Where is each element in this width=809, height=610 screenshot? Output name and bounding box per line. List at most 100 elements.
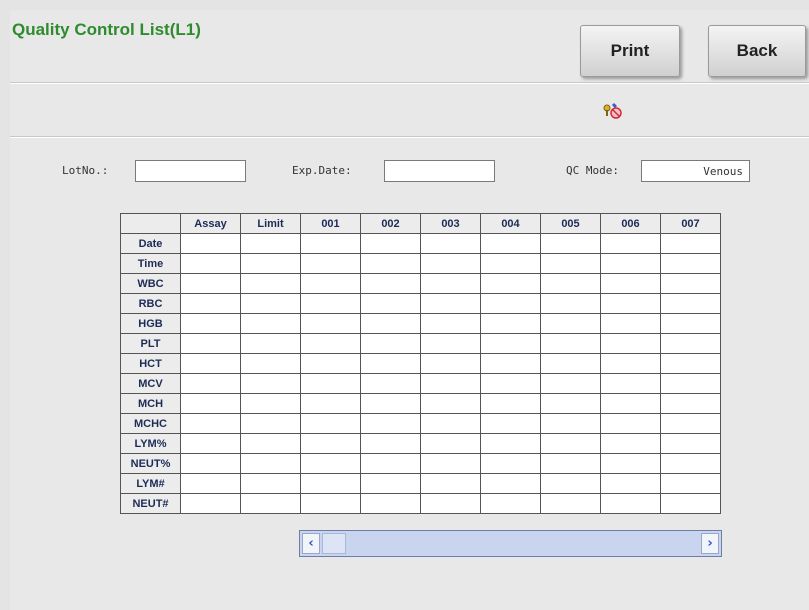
table-cell[interactable] bbox=[300, 233, 361, 254]
table-cell[interactable] bbox=[240, 253, 301, 274]
table-cell[interactable] bbox=[360, 233, 421, 254]
table-cell[interactable] bbox=[300, 313, 361, 334]
table-cell[interactable] bbox=[420, 353, 481, 374]
table-cell[interactable] bbox=[300, 293, 361, 314]
table-cell[interactable] bbox=[180, 413, 241, 434]
table-cell[interactable] bbox=[240, 493, 301, 514]
table-cell[interactable] bbox=[360, 413, 421, 434]
table-cell[interactable] bbox=[600, 433, 661, 454]
table-cell[interactable] bbox=[480, 413, 541, 434]
table-cell[interactable] bbox=[540, 433, 601, 454]
table-cell[interactable] bbox=[660, 433, 721, 454]
table-cell[interactable] bbox=[360, 333, 421, 354]
table-cell[interactable] bbox=[180, 433, 241, 454]
table-cell[interactable] bbox=[420, 493, 481, 514]
table-cell[interactable] bbox=[180, 233, 241, 254]
scroll-right-icon[interactable]: › bbox=[701, 533, 719, 554]
lot-number-field[interactable] bbox=[135, 160, 246, 182]
table-cell[interactable] bbox=[180, 313, 241, 334]
table-cell[interactable] bbox=[540, 393, 601, 414]
table-cell[interactable] bbox=[600, 333, 661, 354]
table-cell[interactable] bbox=[540, 373, 601, 394]
table-cell[interactable] bbox=[540, 453, 601, 474]
table-cell[interactable] bbox=[540, 293, 601, 314]
table-cell[interactable] bbox=[240, 473, 301, 494]
table-cell[interactable] bbox=[600, 393, 661, 414]
table-cell[interactable] bbox=[600, 293, 661, 314]
table-cell[interactable] bbox=[180, 353, 241, 374]
table-cell[interactable] bbox=[660, 313, 721, 334]
table-cell[interactable] bbox=[480, 273, 541, 294]
table-cell[interactable] bbox=[360, 393, 421, 414]
table-cell[interactable] bbox=[420, 413, 481, 434]
table-cell[interactable] bbox=[180, 373, 241, 394]
table-cell[interactable] bbox=[480, 333, 541, 354]
table-cell[interactable] bbox=[240, 453, 301, 474]
table-cell[interactable] bbox=[420, 333, 481, 354]
table-cell[interactable] bbox=[420, 313, 481, 334]
scrollbar-thumb[interactable] bbox=[322, 533, 346, 554]
table-cell[interactable] bbox=[600, 373, 661, 394]
table-cell[interactable] bbox=[480, 313, 541, 334]
table-cell[interactable] bbox=[480, 453, 541, 474]
table-cell[interactable] bbox=[420, 253, 481, 274]
table-cell[interactable] bbox=[480, 233, 541, 254]
table-cell[interactable] bbox=[300, 433, 361, 454]
table-cell[interactable] bbox=[300, 473, 361, 494]
exp-date-field[interactable] bbox=[384, 160, 495, 182]
table-cell[interactable] bbox=[480, 373, 541, 394]
table-cell[interactable] bbox=[240, 413, 301, 434]
table-cell[interactable] bbox=[600, 473, 661, 494]
table-cell[interactable] bbox=[660, 353, 721, 374]
table-cell[interactable] bbox=[300, 393, 361, 414]
table-cell[interactable] bbox=[660, 253, 721, 274]
table-cell[interactable] bbox=[480, 473, 541, 494]
table-cell[interactable] bbox=[240, 433, 301, 454]
print-button[interactable]: Print bbox=[580, 25, 680, 77]
table-cell[interactable] bbox=[660, 233, 721, 254]
table-cell[interactable] bbox=[180, 253, 241, 274]
table-cell[interactable] bbox=[600, 413, 661, 434]
table-cell[interactable] bbox=[360, 453, 421, 474]
table-cell[interactable] bbox=[660, 373, 721, 394]
table-cell[interactable] bbox=[240, 313, 301, 334]
table-cell[interactable] bbox=[540, 473, 601, 494]
table-cell[interactable] bbox=[600, 233, 661, 254]
back-button[interactable]: Back bbox=[708, 25, 806, 77]
table-cell[interactable] bbox=[180, 493, 241, 514]
table-cell[interactable] bbox=[240, 273, 301, 294]
table-cell[interactable] bbox=[540, 413, 601, 434]
table-cell[interactable] bbox=[240, 393, 301, 414]
table-cell[interactable] bbox=[420, 273, 481, 294]
table-cell[interactable] bbox=[360, 253, 421, 274]
table-cell[interactable] bbox=[540, 273, 601, 294]
table-cell[interactable] bbox=[600, 453, 661, 474]
table-cell[interactable] bbox=[540, 253, 601, 274]
table-cell[interactable] bbox=[240, 233, 301, 254]
table-cell[interactable] bbox=[600, 353, 661, 374]
table-cell[interactable] bbox=[180, 273, 241, 294]
table-cell[interactable] bbox=[540, 233, 601, 254]
table-cell[interactable] bbox=[300, 273, 361, 294]
table-cell[interactable] bbox=[360, 433, 421, 454]
table-cell[interactable] bbox=[540, 353, 601, 374]
table-cell[interactable] bbox=[660, 413, 721, 434]
table-cell[interactable] bbox=[360, 273, 421, 294]
scroll-left-icon[interactable]: ‹ bbox=[302, 533, 320, 554]
table-cell[interactable] bbox=[240, 373, 301, 394]
table-cell[interactable] bbox=[240, 353, 301, 374]
table-cell[interactable] bbox=[540, 313, 601, 334]
table-cell[interactable] bbox=[480, 493, 541, 514]
table-cell[interactable] bbox=[600, 493, 661, 514]
table-cell[interactable] bbox=[600, 313, 661, 334]
table-cell[interactable] bbox=[360, 473, 421, 494]
horizontal-scrollbar[interactable]: ‹ › bbox=[299, 530, 722, 557]
table-cell[interactable] bbox=[480, 393, 541, 414]
table-cell[interactable] bbox=[480, 433, 541, 454]
table-cell[interactable] bbox=[600, 273, 661, 294]
table-cell[interactable] bbox=[180, 293, 241, 314]
settings-wrench-icon[interactable] bbox=[598, 101, 628, 121]
table-cell[interactable] bbox=[360, 353, 421, 374]
table-cell[interactable] bbox=[420, 433, 481, 454]
table-cell[interactable] bbox=[300, 493, 361, 514]
